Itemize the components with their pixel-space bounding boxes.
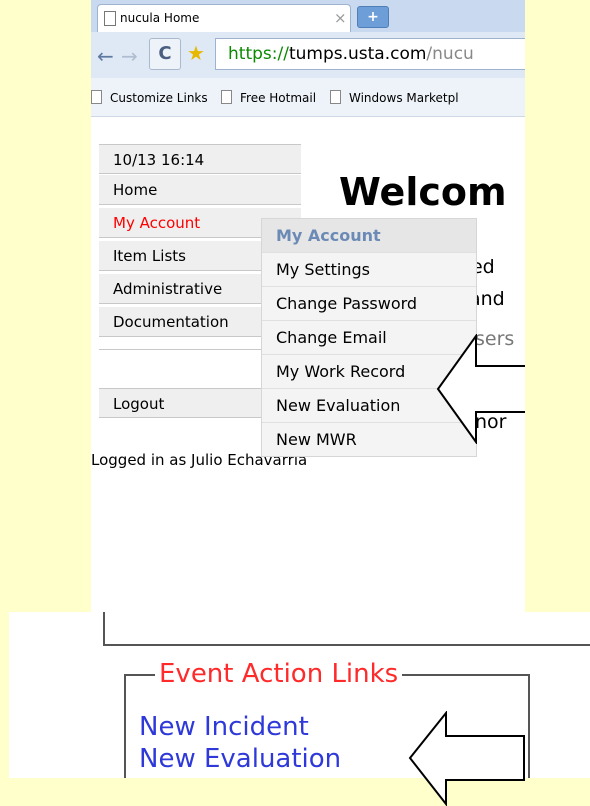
page-icon: [91, 90, 102, 104]
page-icon: [221, 90, 232, 104]
tab-title: nucula Home: [120, 11, 200, 25]
bookmark-customize-links[interactable]: Customize Links: [91, 90, 208, 105]
reload-icon[interactable]: C: [149, 38, 181, 70]
new-tab-button[interactable]: +: [357, 6, 389, 28]
submenu-item-change-password[interactable]: Change Password: [262, 287, 476, 321]
url-host: tumps.usta.com: [288, 44, 427, 64]
divider-line: [103, 612, 105, 646]
bookmark-label: Customize Links: [110, 91, 208, 105]
divider-line: [103, 644, 590, 646]
bookmark-label: Windows Marketpl: [349, 91, 459, 105]
address-bar[interactable]: https://tumps.usta.com/nucu: [215, 38, 525, 70]
page-heading: Welcom: [339, 170, 507, 214]
datetime-label: 10/13 16:14: [99, 144, 301, 174]
bookmarks-bar: Customize Links Free Hotmail Windows Mar…: [91, 78, 525, 117]
new-incident-link[interactable]: New Incident: [139, 712, 309, 742]
bookmark-windows-marketplace[interactable]: Windows Marketpl: [330, 90, 459, 105]
close-tab-icon[interactable]: ×: [334, 9, 347, 27]
bookmark-free-hotmail[interactable]: Free Hotmail: [221, 90, 316, 105]
browser-toolbar: ← → C ★ https://tumps.usta.com/nucu: [91, 32, 525, 79]
tab-strip: nucula Home × +: [91, 0, 525, 33]
sidebar-item-home[interactable]: Home: [99, 175, 301, 205]
star-bookmark-icon[interactable]: ★: [183, 38, 209, 68]
back-arrow-icon[interactable]: ←: [97, 44, 114, 68]
page-icon: [104, 11, 116, 26]
browser-window: nucula Home × + ← → C ★ https://tumps.us…: [91, 0, 525, 612]
new-evaluation-link[interactable]: New Evaluation: [139, 744, 341, 774]
submenu-header[interactable]: My Account: [262, 219, 476, 253]
browser-tab[interactable]: nucula Home ×: [97, 4, 351, 33]
url-path: /nucu: [426, 44, 474, 64]
url-scheme: https://: [228, 44, 289, 64]
submenu-item-my-settings[interactable]: My Settings: [262, 253, 476, 287]
event-action-links-legend: Event Action Links: [155, 659, 403, 689]
page-icon: [330, 90, 341, 104]
pointer-arrow-icon: [408, 711, 525, 806]
pointer-arrow-icon: [436, 334, 525, 444]
bookmark-label: Free Hotmail: [240, 91, 317, 105]
forward-arrow-icon[interactable]: →: [121, 44, 138, 68]
